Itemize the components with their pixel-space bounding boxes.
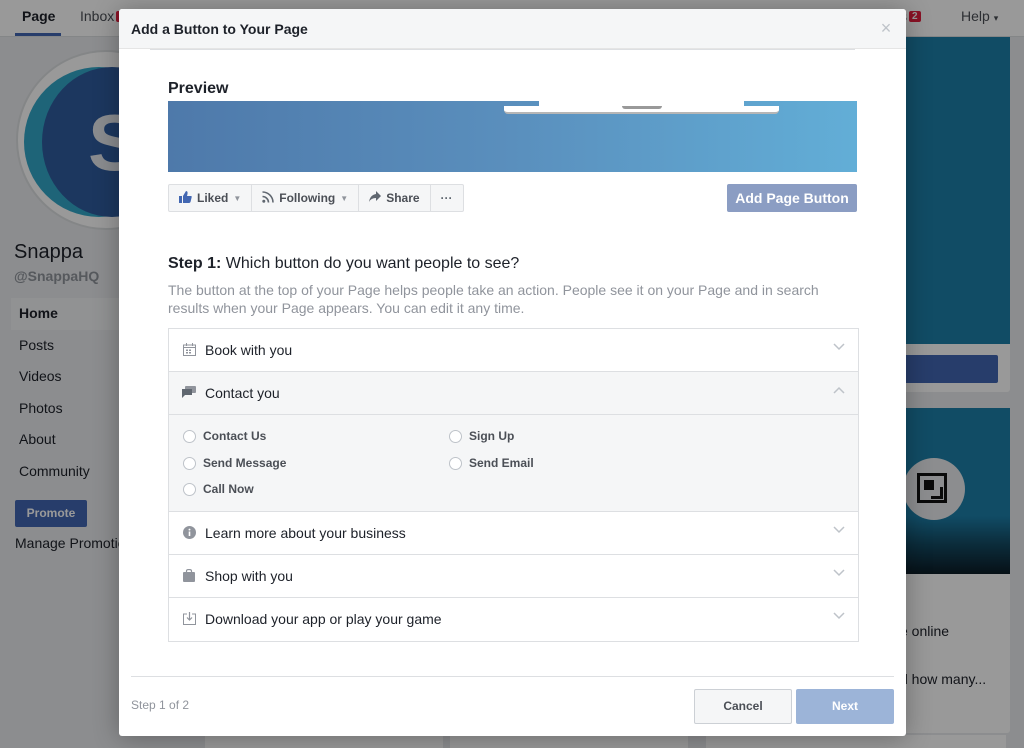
option-send-message[interactable]: Send Message: [183, 456, 286, 470]
radio-button[interactable]: [183, 429, 196, 443]
step-heading: Step 1: Which button do you want people …: [168, 255, 519, 273]
preview-cover-image: [168, 101, 857, 172]
share-label: Share: [386, 191, 420, 205]
header-divider: [150, 49, 855, 50]
option-label: Send Email: [469, 456, 534, 470]
download-icon: [182, 612, 196, 626]
chevron-down-icon: [833, 526, 845, 538]
category-book-with-you[interactable]: Book with you: [169, 329, 858, 372]
more-options-button[interactable]: ···: [431, 185, 463, 211]
category-label: Shop with you: [205, 568, 293, 584]
shopping-bag-icon: [182, 568, 196, 583]
radio-button[interactable]: [449, 429, 462, 443]
radio-button[interactable]: [183, 456, 196, 470]
info-icon: [182, 526, 196, 540]
more-icon: ···: [440, 191, 453, 205]
option-sign-up[interactable]: Sign Up: [449, 429, 514, 443]
dialog-title: Add a Button to Your Page: [131, 21, 308, 37]
chevron-up-icon: [833, 386, 845, 398]
category-learn-more[interactable]: Learn more about your business: [169, 512, 858, 555]
footer-divider: [131, 676, 894, 677]
preview-action-bar: Liked ▼ Following ▼ Share ···: [168, 184, 464, 212]
add-button-dialog: Add a Button to Your Page × Preview Like…: [119, 9, 906, 736]
option-call-now[interactable]: Call Now: [183, 482, 254, 496]
liked-button[interactable]: Liked ▼: [169, 185, 253, 211]
option-contact-us[interactable]: Contact Us: [183, 429, 266, 443]
following-caret-icon: ▼: [340, 193, 349, 203]
radio-button[interactable]: [449, 456, 462, 470]
chevron-down-icon: [833, 343, 845, 355]
category-download-app[interactable]: Download your app or play your game: [169, 598, 858, 641]
category-label: Download your app or play your game: [205, 611, 442, 627]
step-question: Which button do you want people to see?: [221, 255, 520, 272]
share-arrow-icon: [369, 191, 382, 205]
step-counter: Step 1 of 2: [131, 698, 190, 712]
option-label: Contact Us: [203, 429, 267, 443]
laptop-notch: [622, 106, 662, 109]
chevron-down-icon: [833, 612, 845, 624]
share-button[interactable]: Share: [359, 185, 431, 211]
chevron-down-icon: [833, 569, 845, 581]
liked-caret-icon: ▼: [233, 193, 242, 203]
chat-bubbles-icon: [182, 386, 196, 400]
option-label: Call Now: [203, 482, 254, 496]
step-description: The button at the top of your Page helps…: [168, 282, 819, 316]
rss-icon: [262, 190, 275, 206]
category-label: Contact you: [205, 385, 280, 401]
category-shop-with-you[interactable]: Shop with you: [169, 555, 858, 598]
step-prefix: Step 1:: [168, 255, 222, 272]
category-contact-you[interactable]: Contact you: [169, 372, 858, 415]
preview-heading: Preview: [168, 80, 229, 97]
following-button[interactable]: Following ▼: [252, 185, 360, 211]
add-page-button[interactable]: Add Page Button: [727, 184, 857, 212]
close-icon[interactable]: ×: [878, 19, 894, 37]
contact-options-panel: Contact Us Sign Up Send Message Send Ema…: [169, 415, 858, 512]
radio-button[interactable]: [183, 482, 196, 496]
following-label: Following: [279, 191, 336, 205]
liked-label: Liked: [197, 191, 229, 205]
thumbs-up-icon: [179, 190, 192, 206]
option-label: Sign Up: [469, 429, 515, 443]
dialog-header: Add a Button to Your Page ×: [119, 9, 906, 49]
option-send-email[interactable]: Send Email: [449, 456, 534, 470]
cancel-button[interactable]: Cancel: [694, 689, 792, 724]
button-category-list: Book with you Contact you Contact Us Sig…: [168, 328, 859, 642]
category-label: Book with you: [205, 342, 293, 358]
calendar-icon: [182, 343, 196, 357]
category-label: Learn more about your business: [205, 525, 406, 541]
next-button[interactable]: Next: [796, 689, 894, 724]
option-label: Send Message: [203, 456, 287, 470]
